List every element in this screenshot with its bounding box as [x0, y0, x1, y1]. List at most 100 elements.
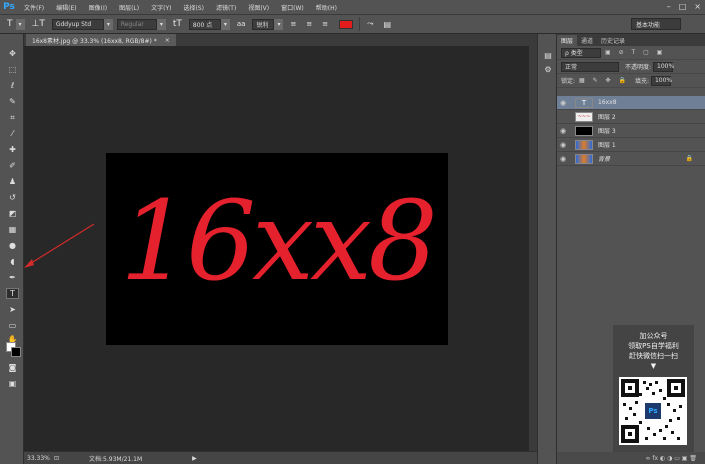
menu-layer[interactable]: 图层(L) [113, 3, 145, 12]
layer-row[interactable]: ~~~ 图层 2 [557, 110, 705, 124]
menu-edit[interactable]: 编辑(E) [50, 3, 82, 12]
layer-row[interactable]: ◉ T 16xx8 [557, 96, 705, 110]
chevron-down-icon[interactable]: ▾ [156, 18, 166, 30]
warp-text-icon[interactable]: ⤳ [364, 18, 376, 30]
visibility-eye-icon[interactable]: ◉ [557, 141, 569, 149]
type-tool-icon[interactable]: T [6, 288, 19, 299]
font-style-select[interactable]: Regular [116, 18, 157, 30]
visibility-eye-icon[interactable]: ◉ [557, 99, 569, 107]
menu-window[interactable]: 窗口(W) [275, 3, 310, 12]
zoom-level[interactable]: 33.33% [24, 455, 52, 462]
visibility-eye-icon[interactable]: ◉ [557, 155, 569, 163]
history-panel-icon[interactable]: ▤ [542, 50, 554, 60]
character-panel-icon[interactable]: ▤ [381, 18, 395, 30]
tab-history[interactable]: 历史记录 [597, 35, 629, 46]
layer-thumbnail [575, 125, 593, 136]
menu-help[interactable]: 帮助(H) [310, 3, 343, 12]
type-tool-preset-icon[interactable]: T [4, 18, 16, 30]
panel-tabs: 图层 通道 历史记录 [557, 34, 705, 46]
antialias-select[interactable]: 锐利 [252, 18, 275, 30]
blend-row: 正常 不透明度: 100% [557, 60, 705, 74]
marquee-tool-icon[interactable]: ⬚ [6, 64, 19, 75]
text-orientation-icon[interactable]: ⊥T [29, 18, 48, 30]
chevron-down-icon[interactable]: ▾ [103, 18, 113, 30]
minimize-button[interactable]: – [667, 2, 671, 11]
rectangle-tool-icon[interactable]: ▭ [6, 320, 19, 331]
crop-tool-icon[interactable]: ⌗ [6, 112, 19, 123]
document-tab[interactable]: 16x8素材.jpg @ 33.3% (16xx8, RGB/8#) * × [26, 34, 176, 46]
close-button[interactable]: × [694, 2, 701, 11]
maximize-button[interactable]: □ [679, 2, 687, 11]
app-logo: Ps [3, 2, 15, 12]
eyedropper-tool-icon[interactable]: ⁄ [6, 128, 19, 139]
tab-layers[interactable]: 图层 [557, 35, 578, 46]
opacity-field[interactable]: 100% [653, 61, 674, 72]
layer-row[interactable]: ◉ 图层 1 [557, 138, 705, 152]
text-color-swatch[interactable] [339, 19, 354, 29]
divider [359, 17, 361, 31]
layer-filter-select[interactable]: ρ 类型 [561, 47, 601, 58]
eraser-tool-icon[interactable]: ◩ [6, 208, 19, 219]
pen-tool-icon[interactable]: ✒ [6, 272, 19, 283]
menu-image[interactable]: 图像(I) [83, 3, 113, 12]
font-family-select[interactable]: Gddyup Std [51, 18, 104, 30]
blur-tool-icon[interactable]: ● [6, 240, 19, 251]
align-left-icon[interactable]: ≡ [287, 18, 299, 30]
layer-actions-icons[interactable]: ∞ fx ◐ ◑ ▭ ▣ 🗑 [645, 455, 697, 462]
export-icon[interactable]: ⊡ [54, 455, 59, 462]
menu-view[interactable]: 视图(V) [242, 3, 275, 12]
qr-finder [621, 379, 639, 397]
visibility-eye-icon[interactable]: ◉ [557, 127, 569, 135]
menu-file[interactable]: 文件(F) [18, 3, 50, 12]
chevron-down-icon[interactable]: ▾ [220, 18, 230, 30]
lock-icons[interactable]: ▦ ✎ ✥ 🔒 [579, 77, 629, 84]
promo-qr-card: 加公众号 领取PS自学福利 赶快微信扫一扫 ▼ Ps [613, 325, 694, 455]
path-select-tool-icon[interactable]: ➤ [6, 304, 19, 315]
filter-icons[interactable]: ▣ ⊘ T ▢ ▣ [605, 49, 665, 56]
status-menu-arrow-icon[interactable]: ▶ [192, 455, 197, 462]
canvas-area[interactable]: 16xx8 [24, 46, 529, 451]
brush-tool-icon[interactable]: ✐ [6, 160, 19, 171]
align-right-icon[interactable]: ≡ [319, 18, 331, 30]
workspace-select[interactable]: 基本功能 [631, 18, 681, 30]
layer-filter-row: ρ 类型 ▣ ⊘ T ▢ ▣ [557, 46, 705, 60]
clone-stamp-tool-icon[interactable]: ♟ [6, 176, 19, 187]
history-brush-tool-icon[interactable]: ↺ [6, 192, 19, 203]
close-tab-icon[interactable]: × [165, 37, 170, 44]
properties-panel-icon[interactable]: ⚙ [542, 64, 554, 74]
promo-line-2: 领取PS自学福利 [628, 342, 679, 350]
gradient-tool-icon[interactable]: ▦ [6, 224, 19, 235]
qr-finder [621, 425, 639, 443]
align-center-icon[interactable]: ≡ [303, 18, 315, 30]
chevron-down-icon[interactable]: ▾ [274, 18, 284, 30]
tab-channels[interactable]: 通道 [577, 35, 597, 46]
promo-arrow-icon: ▼ [650, 362, 657, 370]
dodge-tool-icon[interactable]: ◖ [6, 256, 19, 267]
document-tab-title: 16x8素材.jpg @ 33.3% (16xx8, RGB/8#) * [32, 37, 157, 45]
chevron-down-icon[interactable]: ▾ [15, 18, 25, 30]
menu-filter[interactable]: 滤镜(T) [210, 3, 242, 12]
blend-mode-select[interactable]: 正常 [561, 61, 619, 72]
quick-select-tool-icon[interactable]: ✎ [6, 96, 19, 107]
lasso-tool-icon[interactable]: ℓ [6, 80, 19, 91]
menu-type[interactable]: 文字(Y) [145, 3, 177, 12]
quick-mask-icon[interactable]: ◙ [6, 362, 19, 373]
status-bar: 33.33% ⊡ 文档:5.93M/21.1M ▶ [24, 451, 537, 464]
opacity-label: 不透明度: [625, 64, 652, 71]
background-color[interactable] [11, 347, 21, 357]
document-info: 文档:5.93M/21.1M [89, 455, 143, 463]
font-size-icon: tT [172, 19, 182, 29]
screen-mode-icon[interactable]: ▣ [6, 378, 19, 389]
layer-row[interactable]: ◉ 背景 🔒 [557, 152, 705, 166]
layer-thumbnail [575, 139, 593, 150]
layer-row[interactable]: ◉ 图层 3 [557, 124, 705, 138]
lock-icon: 🔒 [685, 155, 693, 162]
fill-field[interactable]: 100% [650, 75, 672, 86]
vertical-scrollbar[interactable] [529, 34, 537, 451]
move-tool-icon[interactable]: ✥ [6, 48, 19, 59]
fill-label: 填充: [634, 78, 649, 85]
menu-select[interactable]: 选择(S) [177, 3, 210, 12]
qr-finder [667, 379, 685, 397]
font-size-field[interactable]: 800 点 [188, 18, 221, 30]
healing-brush-tool-icon[interactable]: ✚ [6, 144, 19, 155]
